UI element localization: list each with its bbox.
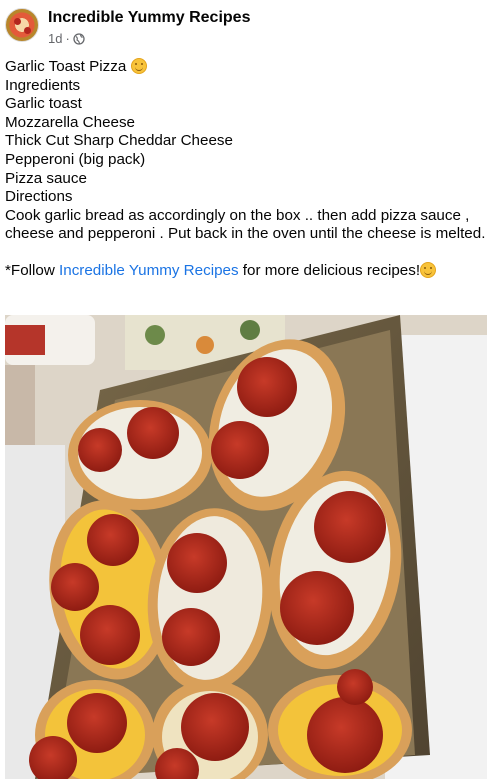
follow-line: *Follow Incredible Yummy Recipes for mor…	[5, 261, 487, 281]
ingredient-item: Thick Cut Sharp Cheddar Cheese	[5, 132, 233, 150]
ingredient-item: Pizza sauce	[5, 169, 87, 187]
post-title-line: Garlic Toast Pizza	[5, 58, 487, 77]
meta-separator: ·	[65, 31, 70, 46]
ingredient-item: Garlic toast	[5, 95, 82, 113]
smiling-face-emoji-icon	[420, 261, 437, 278]
post-header: Incredible Yummy Recipes 1d ·	[5, 8, 485, 48]
directions-text: Cook garlic bread as accordingly on the …	[5, 206, 486, 243]
post-title: Garlic Toast Pizza	[5, 58, 127, 75]
post-body: Garlic Toast Pizza Ingredients Garlic to…	[5, 58, 487, 281]
post-photo[interactable]	[5, 315, 487, 779]
follow-suffix: for more delicious recipes!	[238, 261, 421, 279]
directions-heading: Directions	[5, 188, 73, 206]
ingredient-item: Pepperoni (big pack)	[5, 150, 146, 168]
ingredient-item: Mozzarella Cheese	[5, 113, 135, 131]
page-avatar[interactable]	[5, 8, 39, 42]
post-timestamp[interactable]: 1d	[48, 31, 62, 46]
food-photo-image	[5, 315, 487, 779]
page-name-link[interactable]: Incredible Yummy Recipes	[48, 9, 250, 27]
page-mention-link[interactable]: Incredible Yummy Recipes	[59, 262, 239, 279]
globe-icon	[73, 32, 85, 45]
ingredients-heading: Ingredients	[5, 76, 81, 94]
smiling-face-emoji-icon	[130, 58, 147, 74]
follow-prefix: *Follow	[5, 261, 60, 279]
post-meta: 1d ·	[48, 31, 85, 46]
